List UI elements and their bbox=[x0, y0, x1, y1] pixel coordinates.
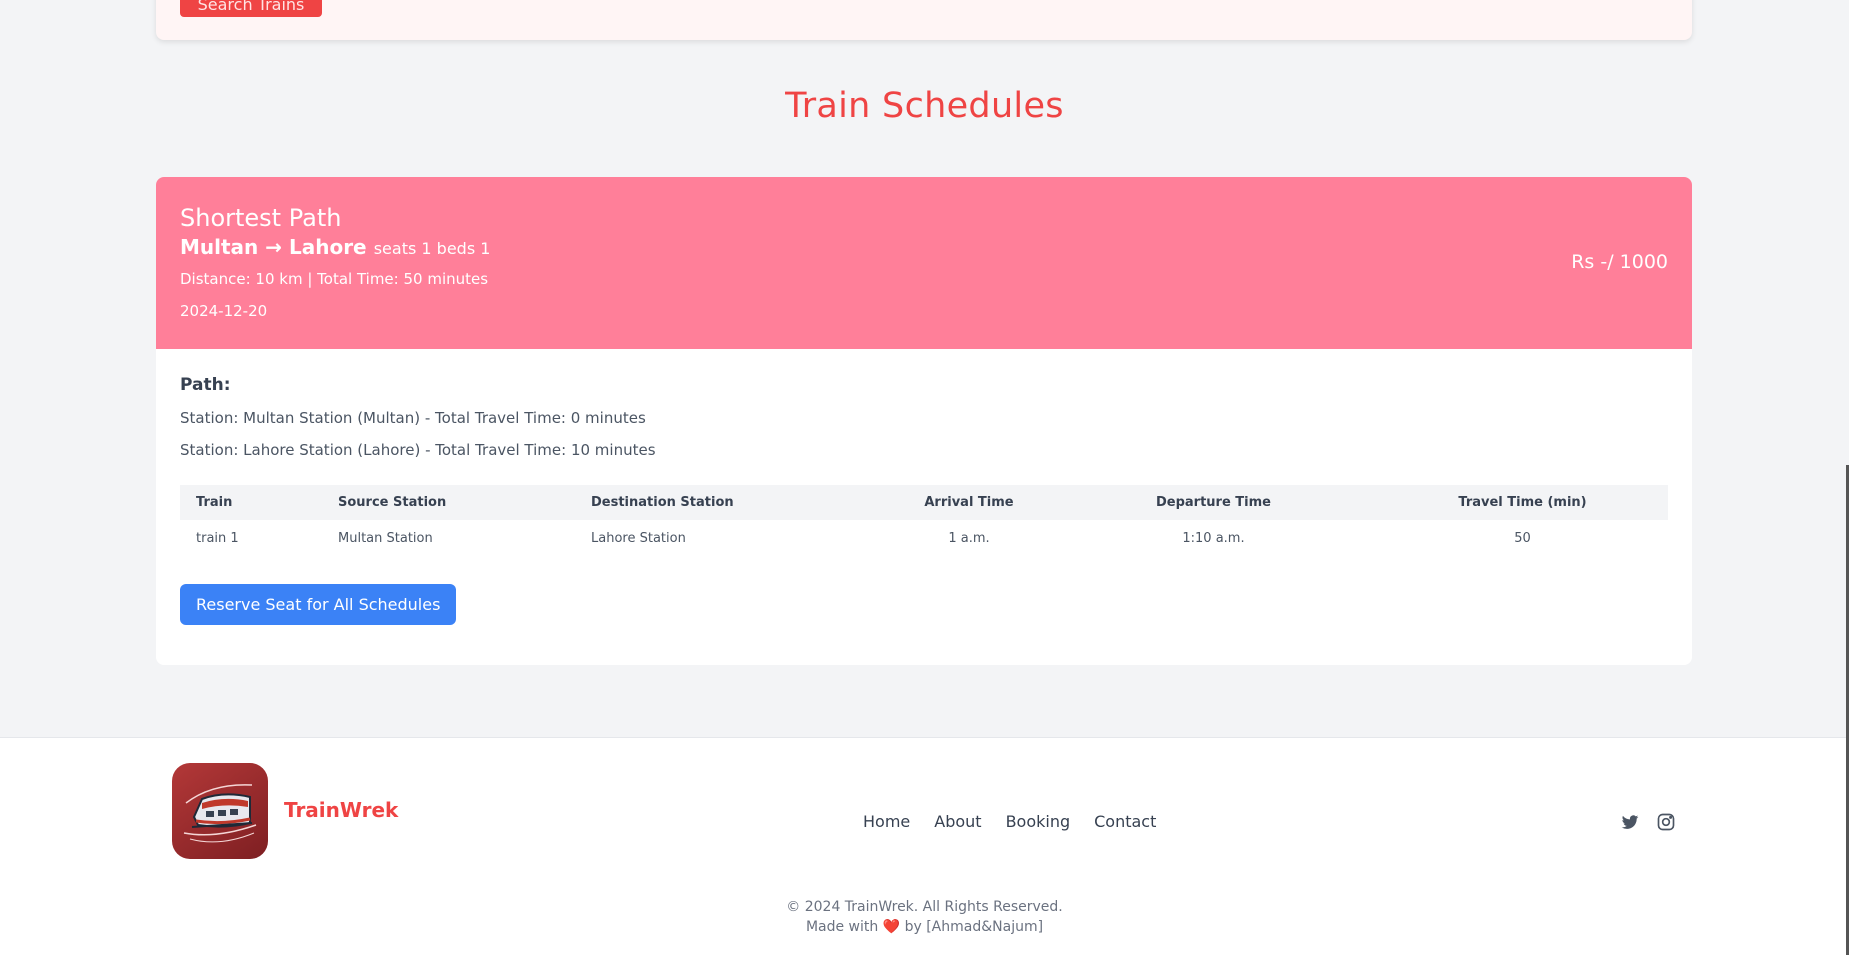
route-line: Multan → Lahore seats 1 beds 1 bbox=[180, 235, 1668, 261]
footer-brand[interactable]: TrainWrek bbox=[284, 798, 398, 822]
schedule-card: Shortest Path Multan → Lahore seats 1 be… bbox=[156, 177, 1692, 665]
cell-departure: 1:10 a.m. bbox=[1182, 531, 1245, 546]
column-header-departure: Departure Time bbox=[1155, 495, 1271, 510]
column-header-source: Source Station bbox=[338, 495, 447, 510]
made-with-prefix: Made with bbox=[805, 919, 879, 935]
table-row: train 1 Multan Station Lahore Station 1 … bbox=[180, 520, 1668, 557]
footer-link-about[interactable]: About bbox=[934, 812, 981, 831]
distance-time-summary: Distance: 10 km | Total Time: 50 minutes bbox=[180, 270, 489, 288]
cell-source: Multan Station bbox=[338, 531, 433, 546]
schedule-card-header: Shortest Path Multan → Lahore seats 1 be… bbox=[156, 177, 1692, 349]
cell-destination: Lahore Station bbox=[591, 531, 686, 546]
footer-link-home[interactable]: Home bbox=[863, 812, 910, 831]
column-header-train: Train bbox=[196, 495, 233, 510]
path-step: Station: Lahore Station (Lahore) - Total… bbox=[180, 441, 656, 459]
route-text: Multan → Lahore bbox=[180, 235, 367, 259]
schedule-title: Shortest Path bbox=[180, 204, 342, 232]
train-logo-icon[interactable] bbox=[172, 763, 268, 859]
column-header-arrival: Arrival Time bbox=[924, 495, 1014, 510]
made-with-credit: Made with ❤️ by [Ahmad&Najum] bbox=[0, 919, 1849, 935]
footer-nav: Home About Booking Contact bbox=[863, 812, 1156, 831]
path-heading: Path: bbox=[180, 375, 231, 395]
footer-link-contact[interactable]: Contact bbox=[1094, 812, 1156, 831]
page-title: Train Schedules bbox=[785, 86, 1064, 126]
schedule-table: Train Source Station Destination Station… bbox=[180, 485, 1668, 557]
cell-travel-time: 50 bbox=[1514, 531, 1531, 546]
table-header-row: Train Source Station Destination Station… bbox=[180, 485, 1668, 520]
column-header-travel-time: Travel Time (min) bbox=[1458, 495, 1587, 510]
heart-icon: ❤️ bbox=[882, 919, 901, 935]
twitter-icon[interactable] bbox=[1620, 812, 1640, 832]
search-trains-button[interactable]: Search Trains bbox=[180, 0, 322, 17]
column-header-destination: Destination Station bbox=[591, 495, 734, 510]
price-label: Rs -/ 1000 bbox=[1571, 251, 1668, 273]
copyright-text: © 2024 TrainWrek. All Rights Reserved. bbox=[786, 899, 1063, 915]
schedule-card-body: Path: Station: Multan Station (Multan) -… bbox=[156, 349, 1692, 625]
reserve-seat-button[interactable]: Reserve Seat for All Schedules bbox=[180, 584, 457, 625]
travel-date: 2024-12-20 bbox=[180, 302, 268, 320]
made-with-suffix: by [Ahmad&Najum] bbox=[904, 919, 1044, 935]
seats-beds-text: seats 1 beds 1 bbox=[373, 239, 491, 258]
cell-train: train 1 bbox=[196, 531, 239, 546]
footer-link-booking[interactable]: Booking bbox=[1006, 812, 1071, 831]
footer: TrainWrek Home About Booking Contact © 2… bbox=[0, 737, 1849, 956]
path-step: Station: Multan Station (Multan) - Total… bbox=[180, 409, 646, 427]
cell-arrival: 1 a.m. bbox=[948, 531, 990, 546]
search-form-card: Search Trains bbox=[156, 0, 1692, 40]
instagram-icon[interactable] bbox=[1656, 812, 1676, 832]
